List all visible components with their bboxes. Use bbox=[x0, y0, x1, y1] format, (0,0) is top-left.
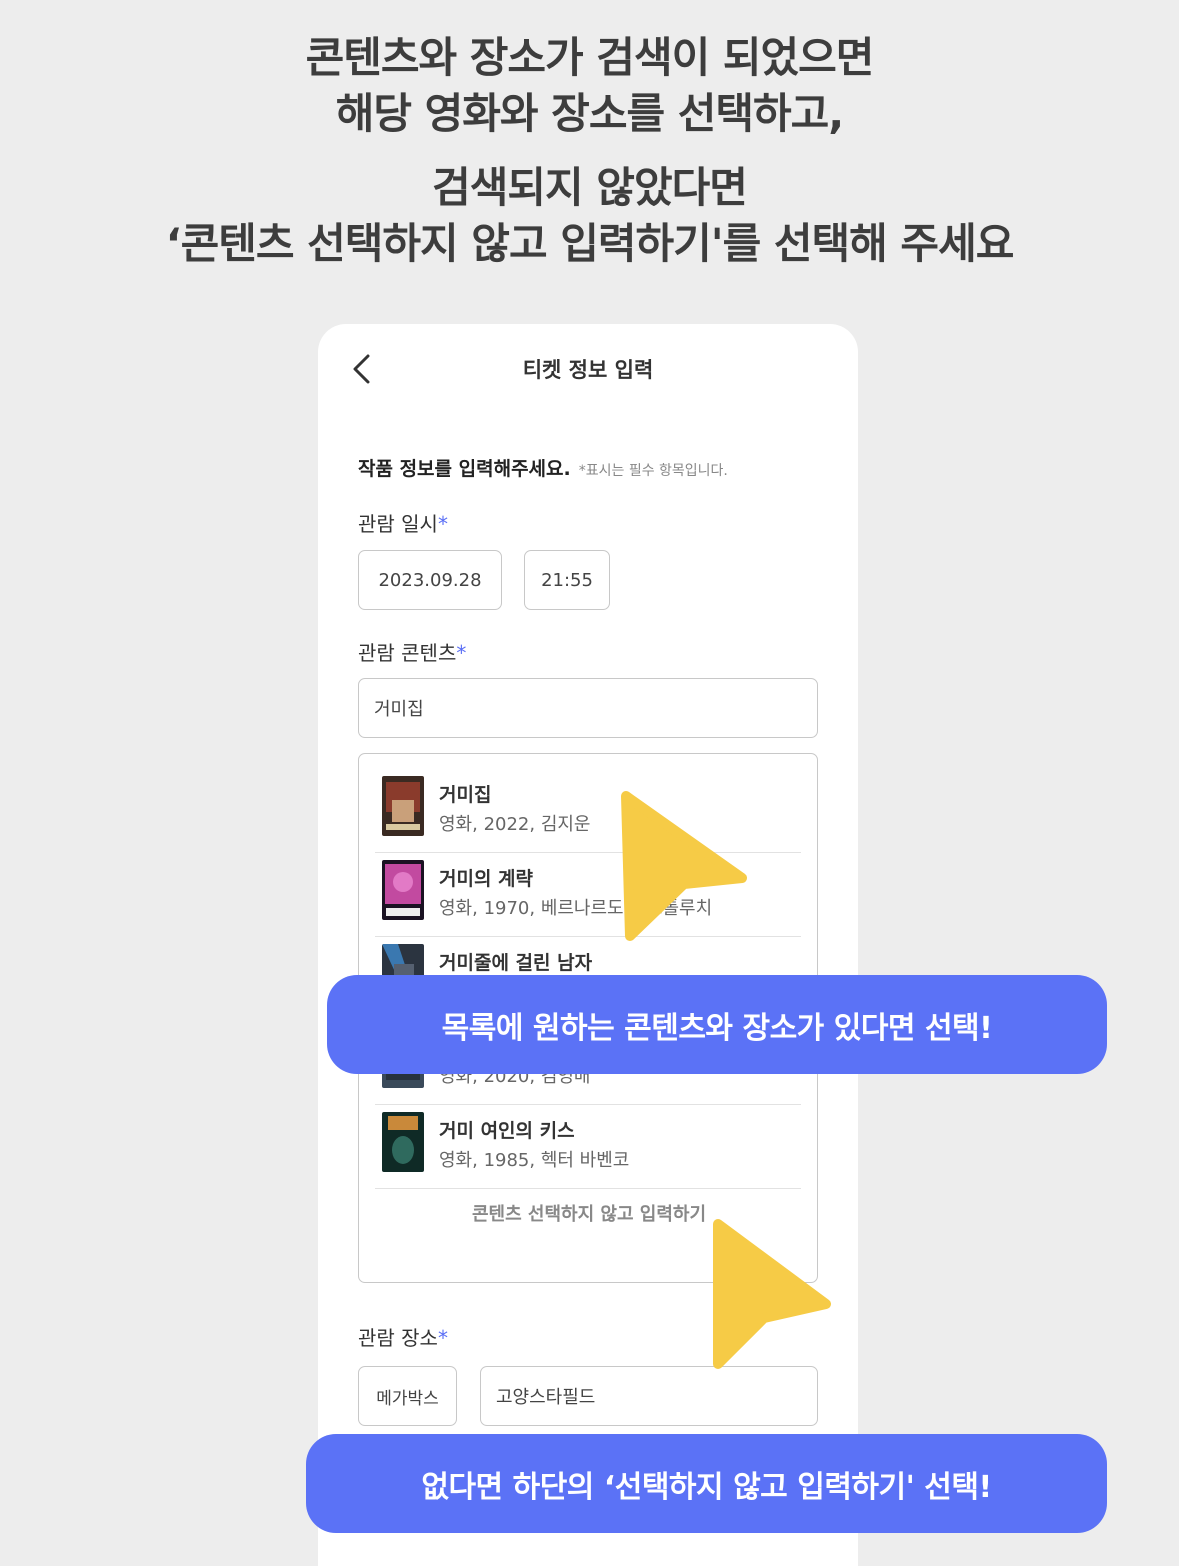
required-mark: * bbox=[437, 1326, 448, 1350]
time-field[interactable]: 21:55 bbox=[524, 550, 610, 610]
pointer-cursor-icon bbox=[713, 1219, 831, 1369]
venue-label-text: 관람 장소 bbox=[358, 1326, 438, 1350]
result-subtitle: 영화, 1985, 헥터 바벤코 bbox=[439, 1150, 630, 1171]
result-subtitle: 영화, 2022, 김지운 bbox=[439, 814, 591, 835]
callout-select-from-list: 목록에 원하는 콘텐츠와 장소가 있다면 선택! bbox=[327, 975, 1107, 1074]
datetime-label-text: 관람 일시 bbox=[358, 512, 438, 536]
screen-title: 티켓 정보 입력 bbox=[522, 358, 654, 382]
result-title: 거미줄에 걸린 남자 bbox=[439, 952, 593, 974]
datetime-label: 관람 일시* bbox=[358, 508, 448, 537]
phone-screen: 티켓 정보 입력 작품 정보를 입력해주세요. *표시는 필수 항목입니다. 관람… bbox=[318, 324, 858, 1566]
intro-note: *표시는 필수 항목입니다. bbox=[578, 463, 728, 479]
date-field[interactable]: 2023.09.28 bbox=[358, 550, 502, 610]
callout-skip-selection: 없다면 하단의 ‘선택하지 않고 입력하기' 선택! bbox=[306, 1434, 1107, 1533]
top-bar: 티켓 정보 입력 bbox=[318, 324, 858, 414]
result-item[interactable]: 거미 여인의 키스 영화, 1985, 헥터 바벤코 bbox=[375, 1104, 801, 1189]
headline-bottom: 검색되지 않았다면 ‘콘텐츠 선택하지 않고 입력하기'를 선택해 주세요 bbox=[0, 160, 1179, 272]
content-search-input[interactable]: 거미집 bbox=[358, 678, 818, 738]
headline-top: 콘텐츠와 장소가 검색이 되었으면 해당 영화와 장소를 선택하고, bbox=[0, 30, 1179, 142]
required-mark: * bbox=[456, 641, 467, 665]
content-label: 관람 콘텐츠* bbox=[358, 637, 466, 666]
result-title: 거미 여인의 키스 bbox=[439, 1120, 575, 1142]
headline-line-1: 콘텐츠와 장소가 검색이 되었으면 bbox=[305, 33, 875, 82]
result-title: 거미집 bbox=[439, 784, 492, 806]
required-mark: * bbox=[437, 512, 448, 536]
venue-label: 관람 장소* bbox=[358, 1322, 448, 1351]
poster-thumbnail bbox=[382, 1112, 424, 1172]
headline-line-4: ‘콘텐츠 선택하지 않고 입력하기'를 선택해 주세요 bbox=[165, 219, 1015, 268]
poster-thumbnail bbox=[382, 776, 424, 836]
headline-line-2: 해당 영화와 장소를 선택하고, bbox=[335, 89, 845, 138]
result-title: 거미의 계략 bbox=[439, 868, 534, 890]
headline-line-3: 검색되지 않았다면 bbox=[432, 163, 748, 212]
pointer-cursor-icon bbox=[621, 791, 747, 941]
venue-branch-field[interactable]: 고양스타필드 bbox=[480, 1366, 818, 1426]
poster-thumbnail bbox=[382, 860, 424, 920]
section-intro: 작품 정보를 입력해주세요. *표시는 필수 항목입니다. bbox=[358, 454, 728, 481]
intro-text: 작품 정보를 입력해주세요. bbox=[358, 458, 571, 480]
venue-brand-field[interactable]: 메가박스 bbox=[358, 1366, 457, 1426]
content-label-text: 관람 콘텐츠 bbox=[358, 641, 457, 665]
